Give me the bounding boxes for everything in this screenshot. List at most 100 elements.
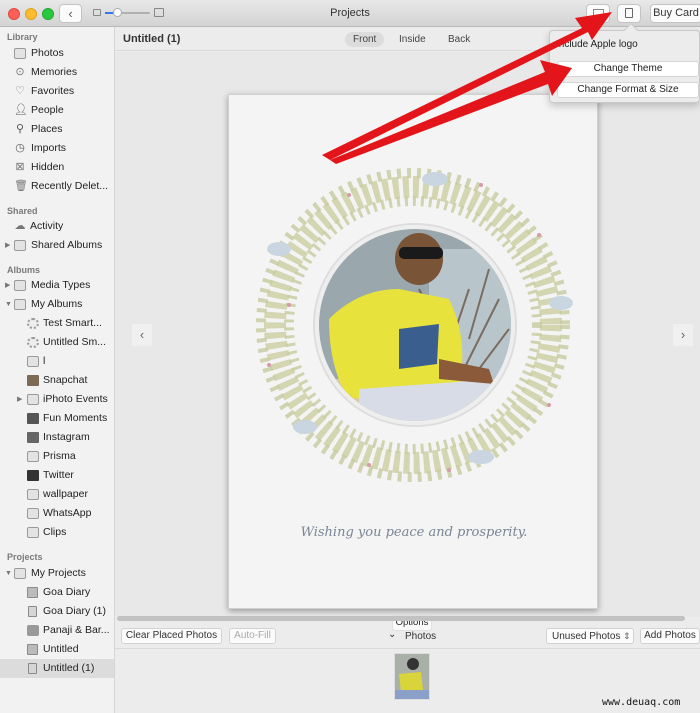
album-icon <box>27 489 39 500</box>
photo-filter-value: Unused Photos <box>552 631 621 642</box>
watermark: www.deuaq.com <box>602 697 681 708</box>
folder-icon <box>27 394 39 405</box>
card-settings-button[interactable] <box>617 4 641 23</box>
sidebar-item-l[interactable]: l <box>0 352 114 371</box>
folder-icon <box>14 299 26 310</box>
card-icon <box>28 663 37 674</box>
add-photos-button[interactable]: Add Photos <box>640 628 700 644</box>
sidebar-item-fun-moments[interactable]: Fun Moments <box>0 409 114 428</box>
sidebar-item-untitled[interactable]: Untitled <box>0 640 114 659</box>
layout-button[interactable] <box>586 4 610 23</box>
sidebar-item-panaji[interactable]: Panaji & Bar... <box>0 621 114 640</box>
sidebar-item-recently-deleted[interactable]: 🗑︎ Recently Delet... <box>0 177 114 196</box>
album-thumb-icon <box>27 432 39 443</box>
folder-icon <box>14 568 26 579</box>
disclosure-down-icon[interactable]: ▼ <box>5 564 12 583</box>
title-bar: ‹ Projects Buy Card <box>0 0 700 27</box>
sidebar-item-untitled-smart[interactable]: Untitled Sm... <box>0 333 114 352</box>
heart-icon: ♡ <box>15 85 25 97</box>
album-icon <box>27 508 39 519</box>
sidebar-item-media-types[interactable]: ▶ Media Types <box>0 276 114 295</box>
change-theme-button[interactable]: Change Theme <box>557 61 699 77</box>
trash-icon: 🗑︎ <box>14 180 28 192</box>
tab-front[interactable]: Front <box>345 32 385 47</box>
disclosure-right-icon[interactable]: ▶ <box>5 276 10 295</box>
person-icon: 👤︎ <box>14 104 28 116</box>
card-icon <box>28 606 37 617</box>
sidebar-item-instagram[interactable]: Instagram <box>0 428 114 447</box>
sidebar-item-clips[interactable]: Clips <box>0 523 114 542</box>
chevron-right-icon: › <box>680 327 686 342</box>
change-format-size-button[interactable]: Change Format & Size <box>557 82 699 98</box>
album-thumb-icon <box>27 375 39 386</box>
card-greeting-text[interactable]: Wishing you peace and prosperity. <box>229 525 599 540</box>
album-icon <box>27 356 39 367</box>
sidebar-item-untitled-1[interactable]: Untitled (1) <box>0 659 114 678</box>
section-projects: Projects <box>7 552 43 562</box>
sidebar-item-activity[interactable]: ☁︎ Activity <box>0 217 114 236</box>
buy-card-button[interactable]: Buy Card <box>650 4 700 23</box>
disclosure-down-icon[interactable]: ▼ <box>5 295 12 314</box>
sidebar-item-whatsapp[interactable]: WhatsApp <box>0 504 114 523</box>
sidebar-item-memories[interactable]: ⊙ Memories <box>0 63 114 82</box>
album-thumb-icon <box>27 470 39 481</box>
hidden-icon: ⊠ <box>15 161 25 173</box>
next-page-button[interactable]: › <box>673 324 693 346</box>
calendar-icon <box>27 625 39 636</box>
include-apple-logo-checkbox[interactable]: Include Apple logo <box>556 39 638 50</box>
clear-placed-photos-button[interactable]: Clear Placed Photos <box>121 628 222 644</box>
project-editor: Untitled (1) Front Inside Back ‹ › Wishi… <box>115 27 700 713</box>
photos-icon <box>14 48 26 59</box>
sidebar-item-shared-albums[interactable]: ▶ Shared Albums <box>0 236 114 255</box>
project-title: Untitled (1) <box>123 33 181 45</box>
section-albums: Albums <box>7 265 41 275</box>
auto-fill-button[interactable]: Auto-Fill <box>229 628 276 644</box>
sidebar-item-snapchat[interactable]: Snapchat <box>0 371 114 390</box>
photo-thumbnail[interactable] <box>394 653 430 700</box>
tab-back[interactable]: Back <box>440 32 478 47</box>
card-settings-popover: Include Apple logo Change Theme Change F… <box>549 22 700 103</box>
memories-icon: ⊙ <box>15 66 25 78</box>
photo-image <box>319 229 511 421</box>
sidebar-item-prisma[interactable]: Prisma <box>0 447 114 466</box>
card-canvas: ‹ › Wishing you peace and prosperity. Op… <box>115 52 700 631</box>
previous-page-button[interactable]: ‹ <box>132 324 152 346</box>
sidebar-item-imports[interactable]: ◷ Imports <box>0 139 114 158</box>
pin-icon: ⚲ <box>15 123 25 135</box>
clock-icon: ◷ <box>15 142 25 154</box>
section-shared: Shared <box>7 206 38 216</box>
section-library: Library <box>7 32 38 42</box>
tab-inside[interactable]: Inside <box>391 32 434 47</box>
placed-photo[interactable] <box>315 225 515 425</box>
sidebar: Library Photos ⊙ Memories ♡ Favorites 👤︎ Pe… <box>0 27 115 713</box>
disclosure-right-icon[interactable]: ▶ <box>5 236 10 255</box>
horizontal-scrollbar[interactable] <box>117 616 685 621</box>
cloud-icon: ☁︎ <box>14 220 26 232</box>
sidebar-item-hidden[interactable]: ⊠ Hidden <box>0 158 114 177</box>
sidebar-item-iphoto-events[interactable]: ▶ iPhoto Events <box>0 390 114 409</box>
sidebar-item-my-albums[interactable]: ▼ My Albums <box>0 295 114 314</box>
card-icon <box>625 8 633 19</box>
sidebar-item-photos[interactable]: Photos <box>0 44 114 63</box>
sidebar-item-my-projects[interactable]: ▼ My Projects <box>0 564 114 583</box>
greeting-card-front[interactable]: Wishing you peace and prosperity. <box>228 94 598 609</box>
sidebar-item-test-smart[interactable]: Test Smart... <box>0 314 114 333</box>
include-apple-logo-label: Include Apple logo <box>556 39 638 50</box>
folder-icon <box>14 280 26 291</box>
folder-icon <box>14 240 26 251</box>
sidebar-item-goa-diary[interactable]: Goa Diary <box>0 583 114 602</box>
sidebar-item-places[interactable]: ⚲ Places <box>0 120 114 139</box>
sidebar-item-twitter[interactable]: Twitter <box>0 466 114 485</box>
sidebar-item-people[interactable]: 👤︎ People <box>0 101 114 120</box>
chevron-left-icon: ‹ <box>139 327 145 342</box>
disclosure-right-icon[interactable]: ▶ <box>17 390 22 409</box>
sidebar-item-wallpaper[interactable]: wallpaper <box>0 485 114 504</box>
album-icon <box>27 451 39 462</box>
chevron-down-icon[interactable]: ⌄ <box>388 629 396 640</box>
sidebar-item-favorites[interactable]: ♡ Favorites <box>0 82 114 101</box>
photos-tray-label: Photos <box>405 631 437 642</box>
photo-filter-select[interactable]: Unused Photos ⇕ <box>546 628 634 644</box>
photos-app-window: ‹ Projects Buy Card Library Photos ⊙ Memo… <box>0 0 700 713</box>
sidebar-item-goa-diary-1[interactable]: Goa Diary (1) <box>0 602 114 621</box>
smart-album-icon <box>27 337 39 348</box>
